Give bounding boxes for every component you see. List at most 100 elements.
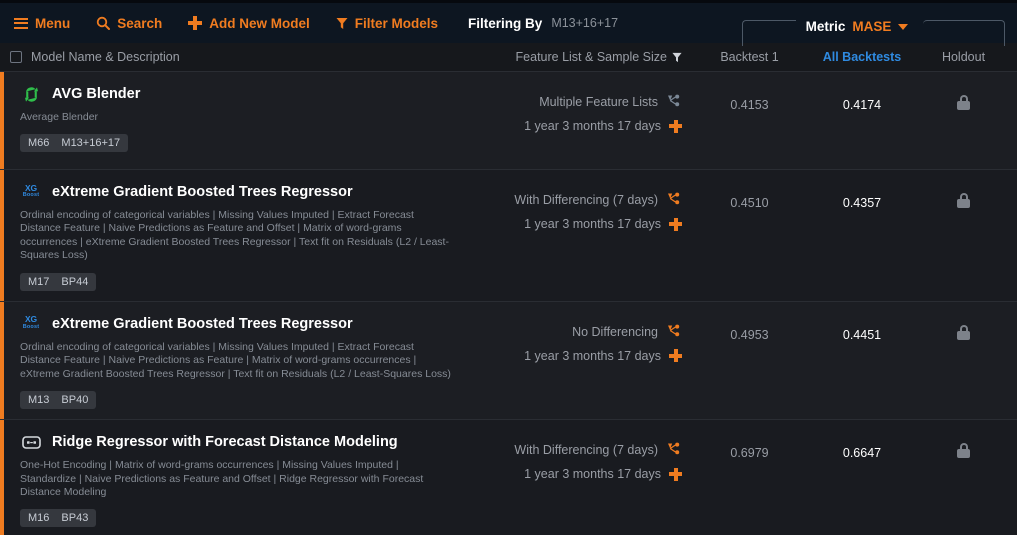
blender-refresh-icon: [20, 84, 42, 104]
xgboost-icon: XG Boost: [22, 182, 40, 198]
badge: M66: [28, 137, 50, 150]
feature-list-line[interactable]: With Differencing (7 days): [467, 442, 682, 458]
column-all-backtests[interactable]: All Backtests: [802, 50, 922, 64]
filter-models-button[interactable]: Filter Models: [336, 16, 438, 31]
badge: BP43: [61, 512, 89, 525]
funnel-icon: [336, 17, 348, 30]
backtest-1-value: 0.6979: [730, 446, 769, 461]
select-all-cell: [0, 51, 26, 63]
model-badges: M66 M13+16+17: [20, 134, 129, 153]
all-backtests-value: 0.6647: [842, 446, 882, 461]
badge: BP44: [61, 275, 89, 288]
all-backtests-value: 0.4451: [842, 327, 882, 342]
model-description: Ordinal encoding of categorical variable…: [20, 340, 451, 380]
feature-list-graph-icon[interactable]: [667, 324, 682, 340]
badge-group[interactable]: M16 BP43: [20, 509, 97, 528]
sample-size-line[interactable]: 1 year 3 months 17 days: [467, 349, 682, 363]
top-toolbar: Menu Search Add New Model Filter Models …: [0, 0, 1017, 46]
metric-value: MASE: [852, 18, 892, 34]
model-name-header: AVG Blender: [20, 84, 453, 104]
holdout-cell: [922, 170, 1017, 301]
plus-icon[interactable]: [669, 349, 682, 363]
model-name-header: Ridge Regressor with Forecast Distance M…: [20, 432, 453, 452]
metric-dropdown[interactable]: Metric MASE: [795, 18, 919, 34]
holdout-cell: [922, 302, 1017, 419]
feature-list-cell: Multiple Feature Lists 1 year 3 months 1…: [467, 72, 697, 169]
model-badges: M17 BP44: [20, 272, 97, 291]
add-new-model-button[interactable]: Add New Model: [188, 16, 310, 31]
column-backtest-1[interactable]: Backtest 1: [697, 50, 802, 64]
model-name-cell: AVG Blender Average Blender M66 M13+16+17: [0, 72, 467, 169]
sample-size-label: 1 year 3 months 17 days: [524, 348, 661, 363]
select-all-checkbox[interactable]: [10, 51, 22, 63]
feature-list-graph-icon[interactable]: [667, 192, 682, 208]
feature-list-line[interactable]: No Differencing: [467, 324, 682, 340]
menu-button[interactable]: Menu: [14, 16, 70, 31]
badge: M17: [28, 275, 50, 288]
sample-size-line[interactable]: 1 year 3 months 17 days: [467, 119, 682, 133]
table-header-row: Model Name & Description Feature List & …: [0, 43, 1017, 72]
sample-size-label: 1 year 3 months 17 days: [524, 217, 661, 231]
metric-label: Metric: [805, 18, 846, 34]
sample-size-label: 1 year 3 months 17 days: [524, 467, 661, 482]
metric-selector-zone: Metric MASE: [697, 6, 1017, 46]
sample-size-line[interactable]: 1 year 3 months 17 days: [467, 217, 682, 231]
model-title: eXtreme Gradient Boosted Trees Regressor: [52, 184, 353, 200]
feature-list-cell: No Differencing 1 year 3 months 17 days: [467, 302, 697, 419]
lock-icon: [957, 443, 970, 459]
sample-size-line[interactable]: 1 year 3 months 17 days: [467, 467, 682, 481]
menu-label: Menu: [35, 15, 71, 31]
feature-filter-funnel-icon[interactable]: [672, 52, 682, 63]
feature-list-graph-icon[interactable]: [667, 94, 682, 110]
feature-list-label: No Differencing: [572, 324, 658, 339]
table-row-1[interactable]: XG Boost eXtreme Gradient Boosted Trees R…: [0, 170, 1017, 302]
row-accent-bar: [0, 420, 4, 535]
add-new-model-label: Add New Model: [209, 15, 310, 31]
feature-list-line[interactable]: With Differencing (7 days): [467, 192, 682, 208]
backtest-1-value: 0.4510: [730, 196, 769, 210]
feature-list-line[interactable]: Multiple Feature Lists: [467, 94, 682, 110]
column-model-name[interactable]: Model Name & Description: [26, 50, 467, 64]
model-description: Ordinal encoding of categorical variable…: [20, 209, 449, 262]
search-button[interactable]: Search: [96, 16, 162, 31]
lock-icon: [957, 193, 970, 208]
lock-icon: [957, 95, 970, 110]
all-backtests-value: 0.4174: [842, 98, 882, 112]
model-name-cell: XG Boost eXtreme Gradient Boosted Trees R…: [0, 170, 467, 301]
row-accent-bar: [0, 170, 4, 301]
badge-group[interactable]: M17 BP44: [20, 272, 97, 291]
model-leaderboard-app: Menu Search Add New Model Filter Models …: [0, 0, 1017, 535]
lock-icon: [957, 324, 970, 340]
row-accent-bar: [0, 72, 4, 169]
feature-list-label: With Differencing (7 days): [514, 443, 658, 458]
model-title: Ridge Regressor with Forecast Distance M…: [52, 434, 398, 451]
plus-icon[interactable]: [669, 467, 682, 481]
model-name-header: XG Boost eXtreme Gradient Boosted Trees R…: [20, 314, 453, 334]
backtest-1-value: 0.4953: [730, 327, 769, 342]
holdout-cell: [922, 72, 1017, 169]
plus-icon[interactable]: [669, 217, 682, 231]
chevron-down-icon: [898, 24, 909, 30]
search-icon: [96, 16, 111, 30]
badge: M16: [28, 512, 50, 525]
model-rows-container: AVG Blender Average Blender M66 M13+16+17…: [0, 72, 1017, 535]
model-description: One-Hot Encoding | Matrix of word-grams …: [20, 459, 424, 498]
model-badges: M16 BP43: [20, 509, 97, 528]
badge-group[interactable]: M66 M13+16+17: [20, 134, 129, 153]
badge: M13: [28, 394, 50, 407]
hamburger-icon: [14, 17, 28, 29]
column-feature-list[interactable]: Feature List & Sample Size: [467, 50, 697, 64]
backtest-1-value: 0.4153: [730, 98, 769, 112]
model-name-cell: XG Boost eXtreme Gradient Boosted Trees R…: [0, 302, 467, 419]
model-name-cell: Ridge Regressor with Forecast Distance M…: [0, 420, 467, 535]
plus-icon[interactable]: [669, 119, 682, 133]
column-holdout[interactable]: Holdout: [922, 50, 1017, 64]
table-row-0[interactable]: AVG Blender Average Blender M66 M13+16+17…: [0, 72, 1017, 170]
filter-models-label: Filter Models: [354, 15, 439, 31]
table-row-2[interactable]: XG Boost eXtreme Gradient Boosted Trees R…: [0, 301, 1017, 421]
filtering-by-value: M13+16+17: [551, 16, 619, 30]
feature-list-graph-icon[interactable]: [667, 442, 682, 458]
badge: BP40: [61, 394, 89, 407]
badge-group[interactable]: M13 BP40: [20, 391, 97, 410]
table-row-3[interactable]: Ridge Regressor with Forecast Distance M…: [0, 420, 1017, 535]
